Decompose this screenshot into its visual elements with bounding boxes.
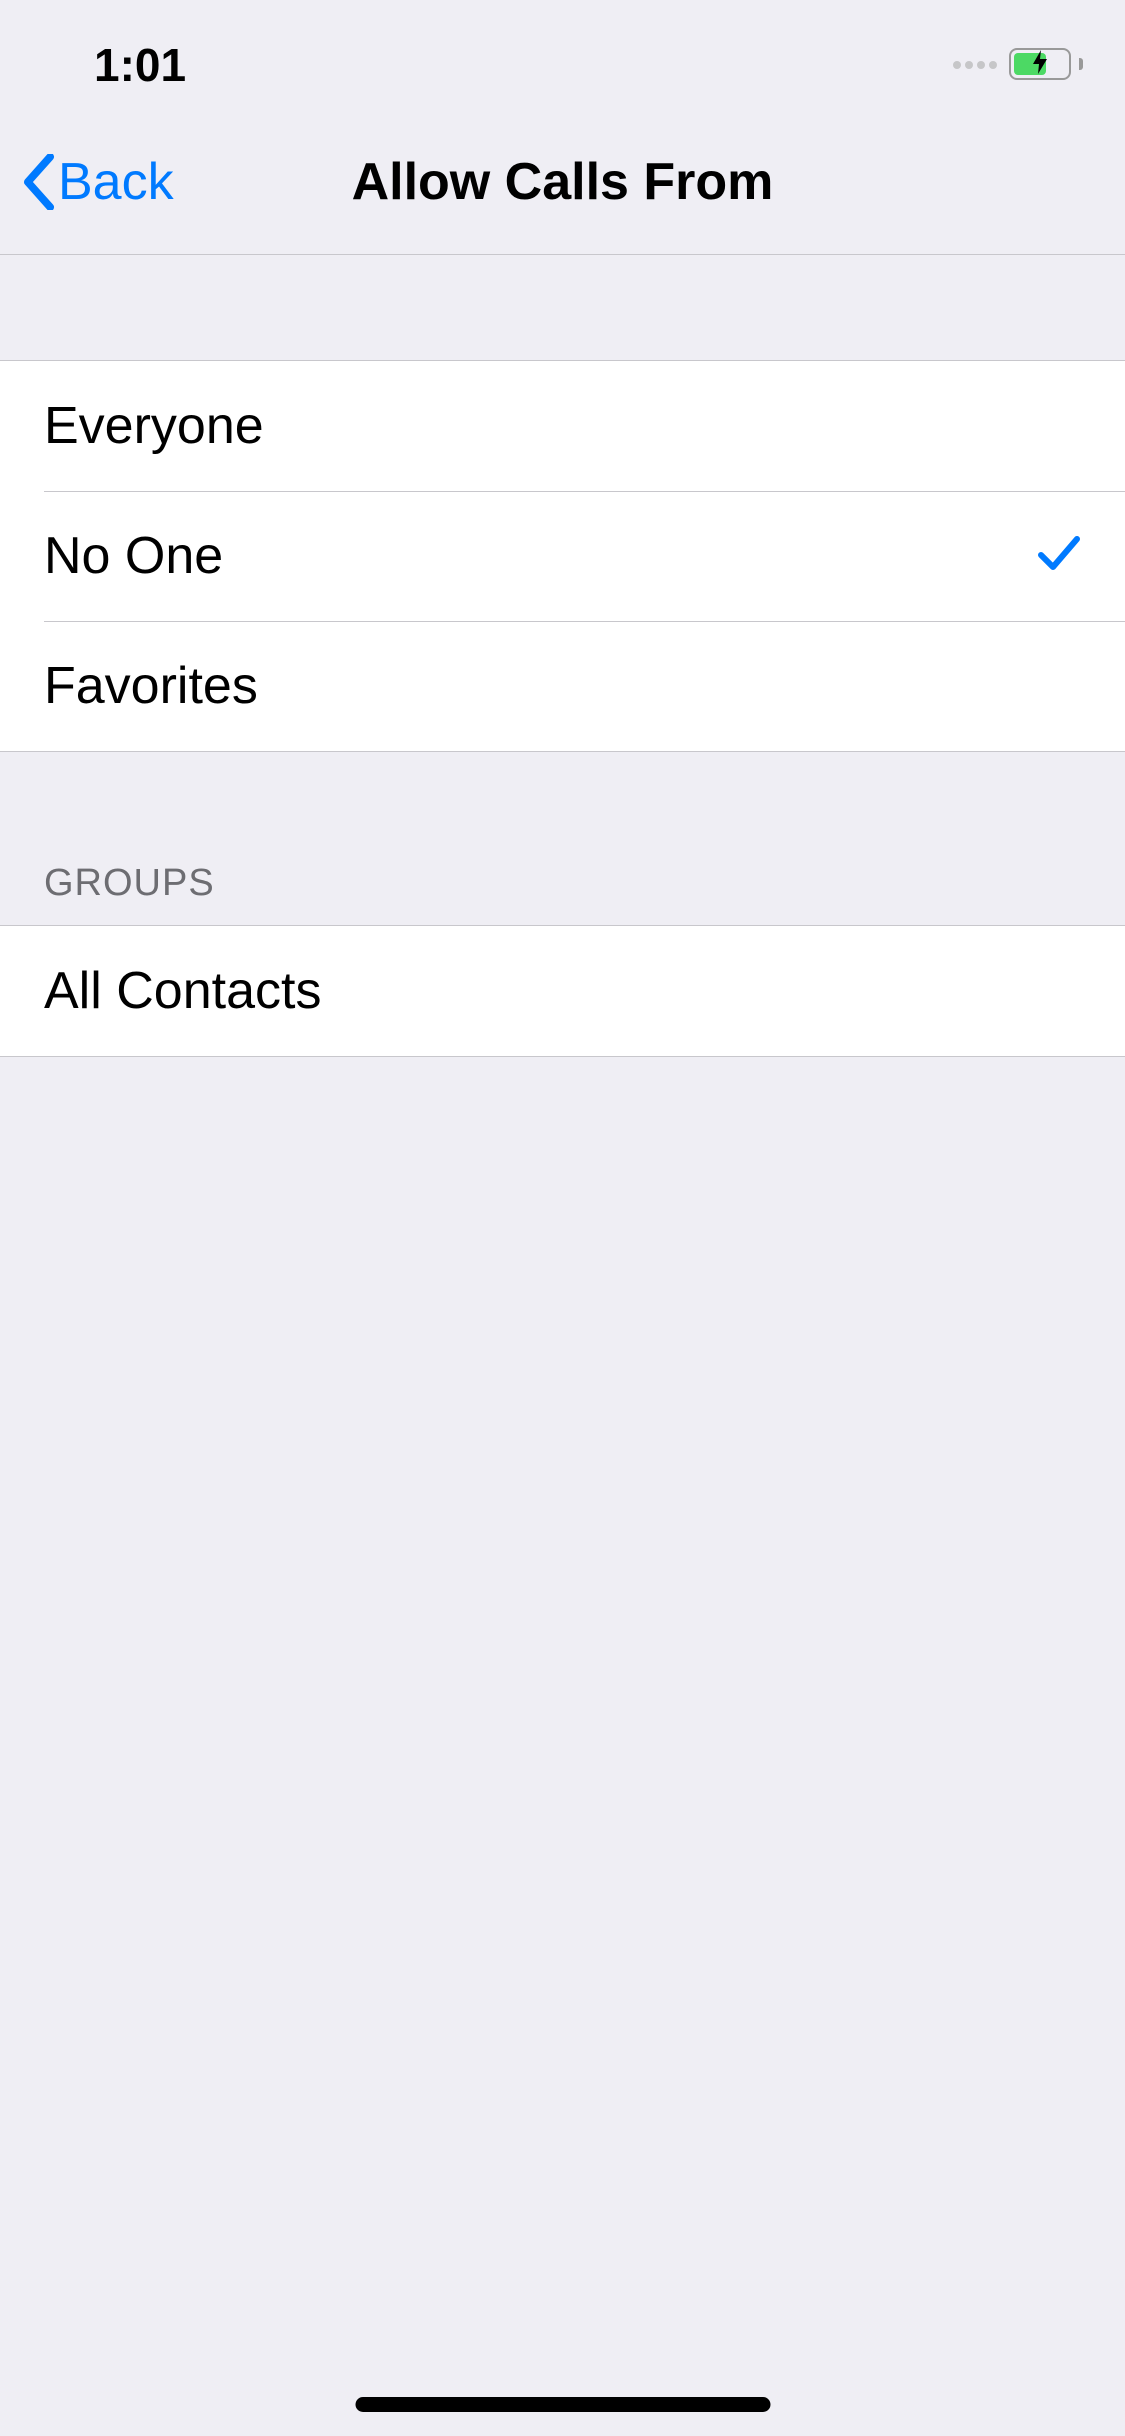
groups-list: All Contacts bbox=[0, 925, 1125, 1057]
option-label: Favorites bbox=[44, 656, 258, 716]
home-indicator[interactable] bbox=[355, 2397, 770, 2412]
page-title: Allow Calls From bbox=[352, 152, 774, 212]
chevron-left-icon bbox=[22, 154, 56, 210]
spacer bbox=[0, 255, 1125, 360]
navigation-bar: Back Allow Calls From bbox=[0, 110, 1125, 255]
group-all-contacts[interactable]: All Contacts bbox=[0, 926, 1125, 1056]
option-label: No One bbox=[44, 526, 223, 586]
group-label: All Contacts bbox=[44, 961, 321, 1021]
option-label: Everyone bbox=[44, 396, 264, 456]
checkmark-icon bbox=[1037, 533, 1081, 580]
status-bar: 1:01 bbox=[0, 0, 1125, 110]
status-time: 1:01 bbox=[94, 38, 186, 92]
status-right bbox=[953, 48, 1077, 82]
battery-charging-icon bbox=[1009, 48, 1077, 82]
back-button[interactable]: Back bbox=[0, 152, 174, 212]
back-button-label: Back bbox=[58, 152, 174, 212]
option-favorites[interactable]: Favorites bbox=[0, 621, 1125, 751]
options-list: Everyone No One Favorites bbox=[0, 360, 1125, 752]
groups-section-header: GROUPS bbox=[0, 752, 1125, 925]
signal-dots-icon bbox=[953, 61, 997, 69]
option-no-one[interactable]: No One bbox=[0, 491, 1125, 621]
option-everyone[interactable]: Everyone bbox=[0, 361, 1125, 491]
